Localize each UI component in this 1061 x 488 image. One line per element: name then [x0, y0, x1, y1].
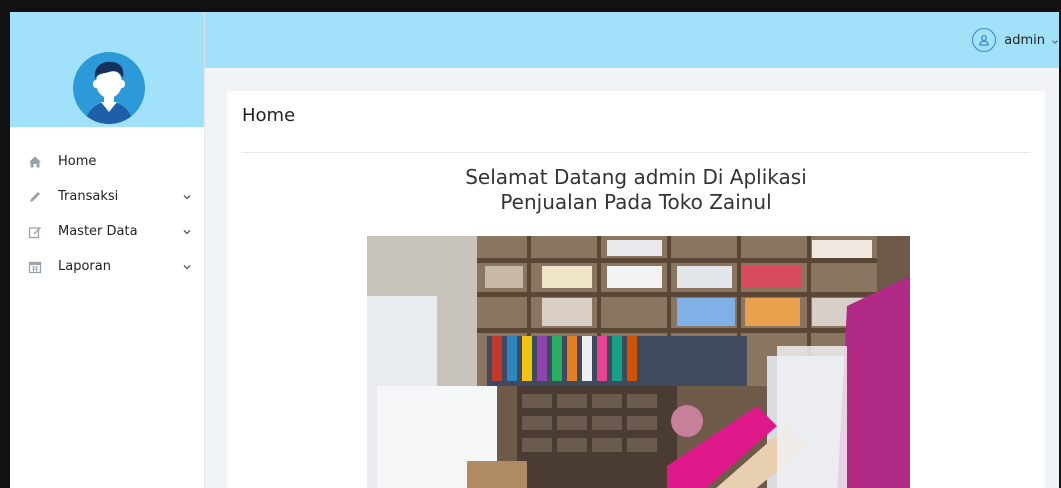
- sidebar-item-label: Master Data: [58, 224, 138, 239]
- home-card: Home Selamat Datang admin Di Aplikasi Pe…: [227, 91, 1045, 488]
- home-icon: [28, 155, 42, 169]
- welcome-line-2: Penjualan Pada Toko Zainul: [500, 190, 772, 214]
- sidebar-item-master-data[interactable]: Master Data: [10, 214, 204, 249]
- chevron-down-icon: [1051, 31, 1059, 50]
- user-icon: [972, 28, 997, 52]
- page-title: Home: [242, 105, 296, 126]
- sidebar-item-label: Transaksi: [58, 189, 119, 204]
- sidebar-item-label: Laporan: [58, 259, 111, 274]
- chevron-down-icon: [182, 226, 192, 236]
- sidebar: Home Transaksi Master Data Laporan: [10, 12, 205, 488]
- edit-icon: [28, 225, 42, 239]
- sidebar-header: [10, 12, 204, 127]
- chevron-down-icon: [182, 191, 192, 201]
- sidebar-item-label: Home: [58, 154, 97, 169]
- pencil-icon: [28, 190, 42, 204]
- sidebar-menu: Home Transaksi Master Data Laporan: [10, 144, 204, 284]
- store-photo: [367, 236, 910, 488]
- sidebar-item-transaksi[interactable]: Transaksi: [10, 179, 204, 214]
- sidebar-item-home[interactable]: Home: [10, 144, 204, 179]
- welcome-line-1: Selamat Datang admin Di Aplikasi: [465, 165, 807, 189]
- content-area: Home Selamat Datang admin Di Aplikasi Pe…: [205, 68, 1059, 488]
- app-window: Home Transaksi Master Data Laporan admin…: [0, 0, 1061, 488]
- chevron-down-icon: [182, 261, 192, 271]
- divider: [242, 152, 1030, 153]
- calendar-icon: [28, 260, 42, 274]
- avatar: [73, 52, 145, 124]
- sidebar-item-laporan[interactable]: Laporan: [10, 249, 204, 284]
- welcome-message: Selamat Datang admin Di Aplikasi Penjual…: [227, 165, 1045, 215]
- user-menu[interactable]: admin: [972, 26, 1059, 54]
- username: admin: [1004, 32, 1045, 48]
- top-navbar: admin: [205, 12, 1059, 68]
